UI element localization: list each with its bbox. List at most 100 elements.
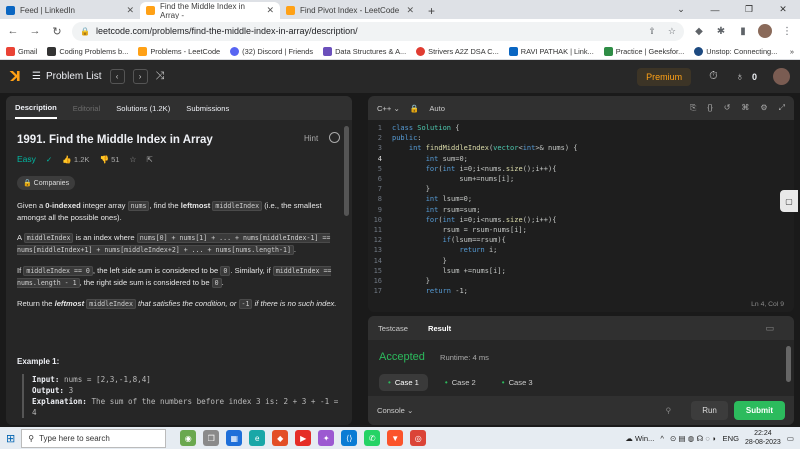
case-tab-1[interactable]: • Case 1 — [379, 374, 428, 391]
bookmark-coding-problems[interactable]: Coding Problems b... — [47, 46, 128, 56]
case-tab-3[interactable]: • Case 3 — [493, 374, 542, 391]
chevron-down-icon[interactable]: ⌄ — [664, 0, 698, 19]
code-line[interactable]: 4 int sum=0; — [368, 154, 794, 164]
code-line[interactable]: 6 sum+=nums[i]; — [368, 174, 794, 184]
code-line[interactable]: 9 int rsum=sum; — [368, 205, 794, 215]
panel-toggle-icon[interactable]: ▭ — [765, 323, 774, 334]
maximize-button[interactable]: ❐ — [732, 0, 766, 19]
code-line[interactable]: 15 lsum +=nums[i]; — [368, 266, 794, 276]
user-avatar[interactable] — [773, 68, 790, 85]
shortcut-icon[interactable]: ⌘ — [741, 103, 749, 113]
chrome-icon[interactable]: ◎ — [410, 430, 427, 446]
bookmark-strivers[interactable]: Strivers A2Z DSA C... — [416, 46, 499, 56]
code-line[interactable]: 17 return -1; — [368, 286, 794, 296]
close-tab-icon[interactable]: ✕ — [126, 5, 134, 16]
windows-start-icon[interactable]: ⊞ — [6, 432, 15, 445]
submit-button[interactable]: Submit — [733, 401, 785, 420]
code-line[interactable]: 11 rsum = rsum-nums[i]; — [368, 225, 794, 235]
minimize-button[interactable]: — — [698, 0, 732, 19]
profile-avatar[interactable] — [758, 24, 772, 38]
braces-icon[interactable]: {} — [707, 103, 712, 113]
game-app-icon[interactable]: ◉ — [180, 430, 197, 446]
puzzle-icon[interactable]: ✱ — [714, 26, 728, 37]
new-tab-button[interactable]: + — [420, 2, 443, 19]
code-line[interactable]: 5 for(int i=0;i<nums.size();i++){ — [368, 164, 794, 174]
tab-testcase[interactable]: Testcase — [378, 324, 408, 333]
menu-icon[interactable]: ⋮ — [780, 26, 794, 37]
star-icon[interactable]: ☆ — [668, 26, 676, 37]
code-line[interactable]: 1 class Solution { — [368, 123, 794, 133]
sidepanel-icon[interactable]: ▮ — [736, 26, 750, 37]
debug-icon[interactable]: ⚲ — [666, 406, 672, 415]
tab-description[interactable]: Description — [15, 97, 57, 119]
shuffle-icon[interactable]: ⤨ — [156, 70, 165, 83]
settings-circle-icon[interactable] — [329, 132, 340, 143]
extension-icon[interactable]: ◆ — [692, 26, 706, 37]
bookmark-unstop[interactable]: Unstop: Connecting... — [694, 46, 777, 56]
code-line[interactable]: 14 } — [368, 256, 794, 266]
fullscreen-icon[interactable]: ⤢ — [779, 103, 785, 113]
like-button[interactable]: 👍 1.2K — [62, 155, 89, 164]
code-line[interactable]: 8 int lsum=0; — [368, 194, 794, 204]
task-view-icon[interactable]: ❒ — [203, 430, 220, 446]
brave-icon[interactable]: ▼ — [387, 430, 404, 446]
problem-list-button[interactable]: ☰ Problem List — [32, 71, 102, 82]
share-icon[interactable]: ⇱ — [146, 155, 152, 164]
code-line[interactable]: 3 int findMiddleIndex(vector<int>& nums)… — [368, 143, 794, 153]
code-area[interactable]: 1 class Solution {2 public: 3 int findMiddl… — [368, 123, 794, 296]
leetcode-logo-icon[interactable]: ꓘ — [10, 68, 24, 85]
tab-submissions[interactable]: Submissions — [186, 104, 229, 113]
bookmark-icon[interactable]: ⎘ — [690, 103, 696, 113]
browser-tab-pivot-index[interactable]: Find Pivot Index - LeetCode ✕ — [280, 2, 420, 19]
bookmark-leetcode[interactable]: Problems - LeetCode — [138, 46, 220, 56]
reset-icon[interactable]: ↺ — [724, 103, 731, 113]
prev-problem-button[interactable]: ‹ — [109, 69, 125, 84]
tab-solutions[interactable]: Solutions (1.2K) — [116, 104, 170, 113]
timer-icon[interactable]: ⏱ — [709, 70, 718, 83]
code-line[interactable]: 10 for(int i=0;i<nums.size();i++){ — [368, 215, 794, 225]
bookmark-linkedin[interactable]: RAVI PATHAK | Link... — [508, 46, 594, 56]
dislike-button[interactable]: 👎 51 — [99, 155, 119, 164]
side-panel-icon[interactable]: ▢ — [780, 190, 798, 212]
clock[interactable]: 22:24 28-08-2023 — [745, 429, 781, 447]
bookmark-gfg[interactable]: Practice | Geeksfor... — [603, 46, 684, 56]
close-tab-icon[interactable]: ✕ — [406, 5, 414, 16]
whatsapp-icon[interactable]: ✆ — [364, 430, 381, 446]
forward-button[interactable]: → — [28, 25, 42, 37]
tray-icons[interactable]: ⊙ ▤ ◍ ☊ ◌ ◗ — [670, 434, 717, 443]
weather-widget[interactable]: ☁ Win... — [625, 434, 654, 443]
streak-icon[interactable]: ♁ — [736, 71, 744, 83]
code-line[interactable]: 2 public: — [368, 133, 794, 143]
bookmarks-overflow-icon[interactable]: » — [790, 47, 794, 56]
chevron-up-icon[interactable]: ^ — [660, 434, 664, 443]
settings-icon[interactable]: ⚙ — [760, 103, 767, 113]
language-select[interactable]: C++ ⌄ — [377, 104, 400, 113]
star-icon[interactable]: ☆ — [130, 155, 137, 164]
code-line[interactable]: 7 } — [368, 184, 794, 194]
notification-icon[interactable]: ▭ — [787, 434, 794, 443]
bookmark-discord[interactable]: (32) Discord | Friends — [230, 46, 313, 56]
code-line[interactable]: 13 return i; — [368, 245, 794, 255]
code-line[interactable]: 16 } — [368, 276, 794, 286]
taskbar-search[interactable]: ⚲ Type here to search — [21, 428, 167, 448]
youtube-icon[interactable]: ▶ — [295, 430, 312, 446]
reload-button[interactable]: ↻ — [50, 25, 64, 38]
edge-icon[interactable]: e — [249, 430, 266, 446]
browser-tab-linkedin[interactable]: Feed | LinkedIn ✕ — [0, 2, 140, 19]
result-scrollbar[interactable] — [786, 346, 791, 382]
case-tab-2[interactable]: • Case 2 — [436, 374, 485, 391]
vscode-icon[interactable]: ⟨⟩ — [341, 430, 358, 446]
bookmark-dsa[interactable]: Data Structures & A... — [323, 46, 406, 56]
tab-editorial[interactable]: Editorial — [73, 104, 100, 113]
app-icon[interactable]: ◆ — [272, 430, 289, 446]
back-button[interactable]: ← — [6, 25, 20, 37]
browser-tab-middle-index[interactable]: Find the Middle Index in Array - ✕ — [140, 2, 280, 20]
close-tab-icon[interactable]: ✕ — [266, 5, 274, 16]
description-scrollbar[interactable] — [344, 126, 349, 216]
share-icon[interactable]: ⇪ — [648, 26, 656, 37]
url-field[interactable]: 🔒 leetcode.com/problems/find-the-middle-… — [72, 21, 684, 41]
next-problem-button[interactable]: › — [132, 69, 148, 84]
close-window-button[interactable]: ✕ — [766, 0, 800, 19]
tab-result[interactable]: Result — [428, 324, 451, 333]
store-icon[interactable]: ▦ — [226, 430, 243, 446]
